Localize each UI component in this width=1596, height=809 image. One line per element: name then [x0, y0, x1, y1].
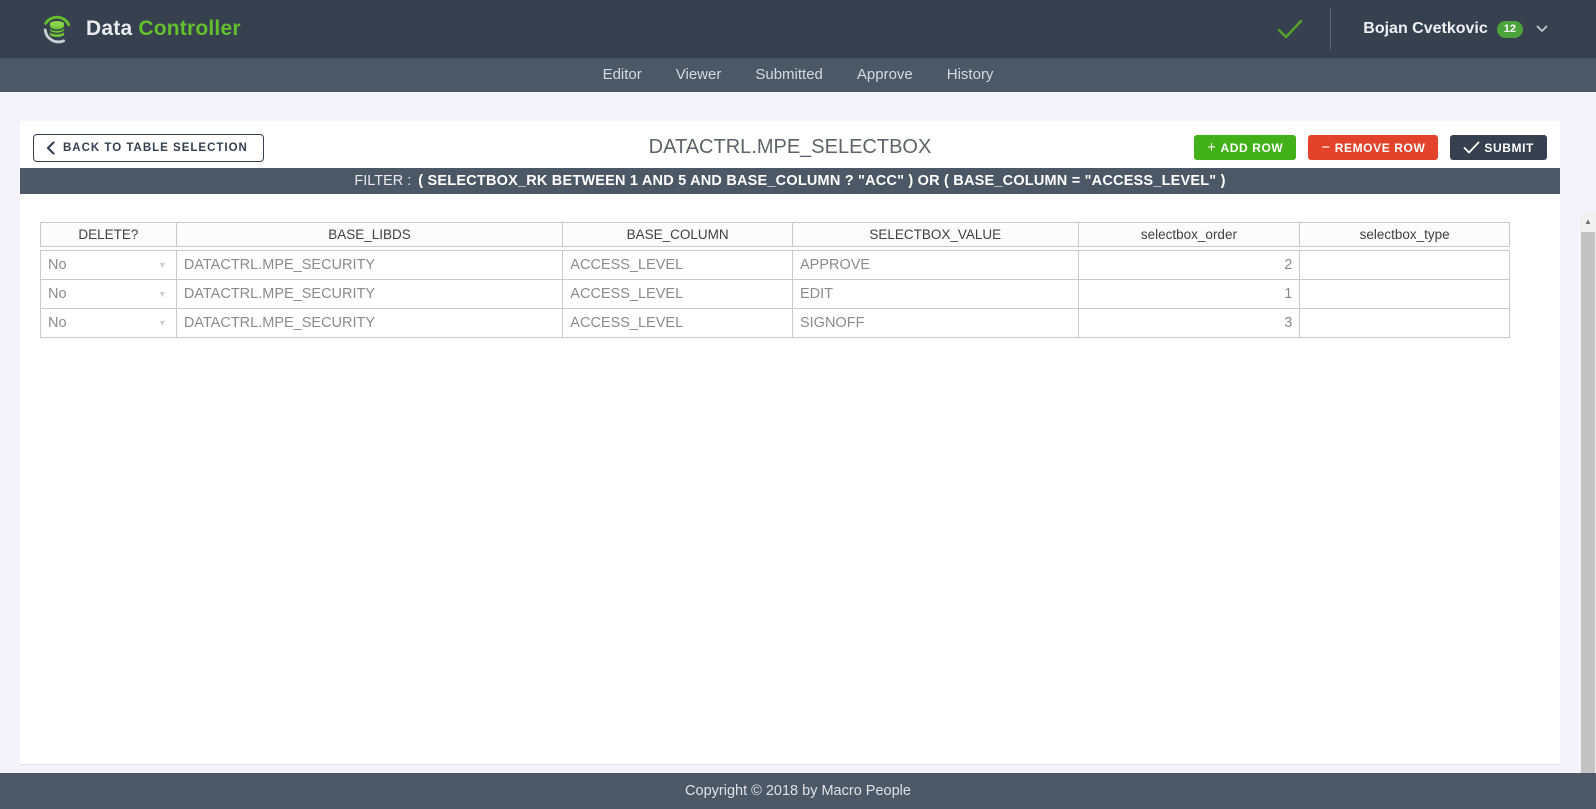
top-navbar: Data Controller Bojan Cvetkovic 12: [0, 0, 1596, 58]
delete-dropdown-cell[interactable]: No ▼: [41, 280, 176, 308]
table-row: No ▼ DATACTRL.MPE_SECURITY ACCESS_LEVEL …: [41, 309, 1509, 338]
vertical-scrollbar[interactable]: ▲ ▼: [1580, 213, 1596, 809]
selectbox-type-cell[interactable]: [1299, 280, 1509, 308]
selectbox-type-cell[interactable]: [1299, 251, 1509, 279]
brand-logo[interactable]: Data Controller: [40, 12, 241, 46]
navbar-divider: [1330, 8, 1331, 50]
chevron-left-icon: [46, 141, 55, 155]
check-icon: [1463, 141, 1480, 154]
base-libds-cell[interactable]: DATACTRL.MPE_SECURITY: [176, 280, 562, 308]
column-header-selectbox-value: SELECTBOX_VALUE: [792, 223, 1078, 246]
dropdown-arrow-icon: ▼: [158, 251, 169, 279]
header-actions: +ADD ROW − REMOVE ROW SUBMIT: [1194, 135, 1547, 160]
delete-dropdown-cell[interactable]: No ▼: [41, 251, 176, 279]
base-libds-cell[interactable]: DATACTRL.MPE_SECURITY: [176, 251, 562, 279]
selectbox-value-cell[interactable]: SIGNOFF: [792, 309, 1078, 337]
tab-viewer[interactable]: Viewer: [661, 58, 737, 92]
tab-approve[interactable]: Approve: [842, 58, 928, 92]
filter-bar[interactable]: FILTER : ( SELECTBOX_RK BETWEEN 1 AND 5 …: [20, 168, 1560, 194]
footer: Copyright © 2018 by Macro People: [0, 773, 1596, 809]
brand-name: Data Controller: [86, 17, 241, 41]
selectbox-order-cell[interactable]: 1: [1078, 280, 1300, 308]
user-name: Bojan Cvetkovic: [1363, 20, 1487, 38]
tab-history[interactable]: History: [932, 58, 1009, 92]
base-column-cell[interactable]: ACCESS_LEVEL: [562, 251, 792, 279]
filter-expression: ( SELECTBOX_RK BETWEEN 1 AND 5 AND BASE_…: [418, 173, 1225, 189]
grid-body: No ▼ DATACTRL.MPE_SECURITY ACCESS_LEVEL …: [40, 250, 1510, 338]
scrollbar-thumb[interactable]: [1581, 232, 1595, 809]
card-header: BACK TO TABLE SELECTION DATACTRL.MPE_SEL…: [20, 121, 1560, 168]
dropdown-arrow-icon: ▼: [158, 280, 169, 308]
base-column-cell[interactable]: ACCESS_LEVEL: [562, 280, 792, 308]
selectbox-value-cell[interactable]: EDIT: [792, 280, 1078, 308]
selectbox-value-cell[interactable]: APPROVE: [792, 251, 1078, 279]
column-header-selectbox-order: selectbox_order: [1078, 223, 1300, 246]
notification-badge: 12: [1497, 21, 1523, 38]
add-row-button[interactable]: +ADD ROW: [1194, 135, 1296, 160]
chevron-down-icon: [1536, 25, 1548, 33]
data-grid: DELETE? BASE_LIBDS BASE_COLUMN SELECTBOX…: [40, 222, 1510, 338]
scroll-up-arrow-icon[interactable]: ▲: [1580, 213, 1596, 229]
user-menu[interactable]: Bojan Cvetkovic 12: [1363, 20, 1548, 38]
base-libds-cell[interactable]: DATACTRL.MPE_SECURITY: [176, 309, 562, 337]
base-column-cell[interactable]: ACCESS_LEVEL: [562, 309, 792, 337]
connection-check-icon: [1276, 18, 1304, 40]
dropdown-arrow-icon: ▼: [158, 309, 169, 337]
column-header-delete: DELETE?: [41, 223, 176, 246]
tab-submitted[interactable]: Submitted: [740, 58, 838, 92]
filter-label: FILTER :: [354, 173, 411, 189]
plus-icon: +: [1207, 140, 1216, 155]
table-row: No ▼ DATACTRL.MPE_SECURITY ACCESS_LEVEL …: [41, 251, 1509, 280]
data-controller-logo-icon: [40, 12, 74, 46]
submit-button[interactable]: SUBMIT: [1450, 135, 1547, 160]
selectbox-order-cell[interactable]: 2: [1078, 251, 1300, 279]
tab-editor[interactable]: Editor: [588, 58, 657, 92]
column-header-base-column: BASE_COLUMN: [562, 223, 792, 246]
column-header-selectbox-type: selectbox_type: [1299, 223, 1509, 246]
table-row: No ▼ DATACTRL.MPE_SECURITY ACCESS_LEVEL …: [41, 280, 1509, 309]
copyright-text: Copyright © 2018 by Macro People: [685, 783, 911, 799]
back-button-label: BACK TO TABLE SELECTION: [63, 142, 248, 154]
minus-icon: −: [1321, 140, 1330, 155]
grid-header-row: DELETE? BASE_LIBDS BASE_COLUMN SELECTBOX…: [40, 222, 1510, 247]
selectbox-order-cell[interactable]: 3: [1078, 309, 1300, 337]
content-area: BACK TO TABLE SELECTION DATACTRL.MPE_SEL…: [0, 121, 1596, 802]
remove-row-button[interactable]: − REMOVE ROW: [1308, 135, 1438, 160]
delete-dropdown-cell[interactable]: No ▼: [41, 309, 176, 337]
back-to-table-selection-button[interactable]: BACK TO TABLE SELECTION: [33, 134, 264, 162]
column-header-base-libds: BASE_LIBDS: [176, 223, 562, 246]
selectbox-type-cell[interactable]: [1299, 309, 1509, 337]
editor-card: BACK TO TABLE SELECTION DATACTRL.MPE_SEL…: [20, 121, 1560, 765]
main-nav-tabs: Editor Viewer Submitted Approve History: [0, 58, 1596, 92]
